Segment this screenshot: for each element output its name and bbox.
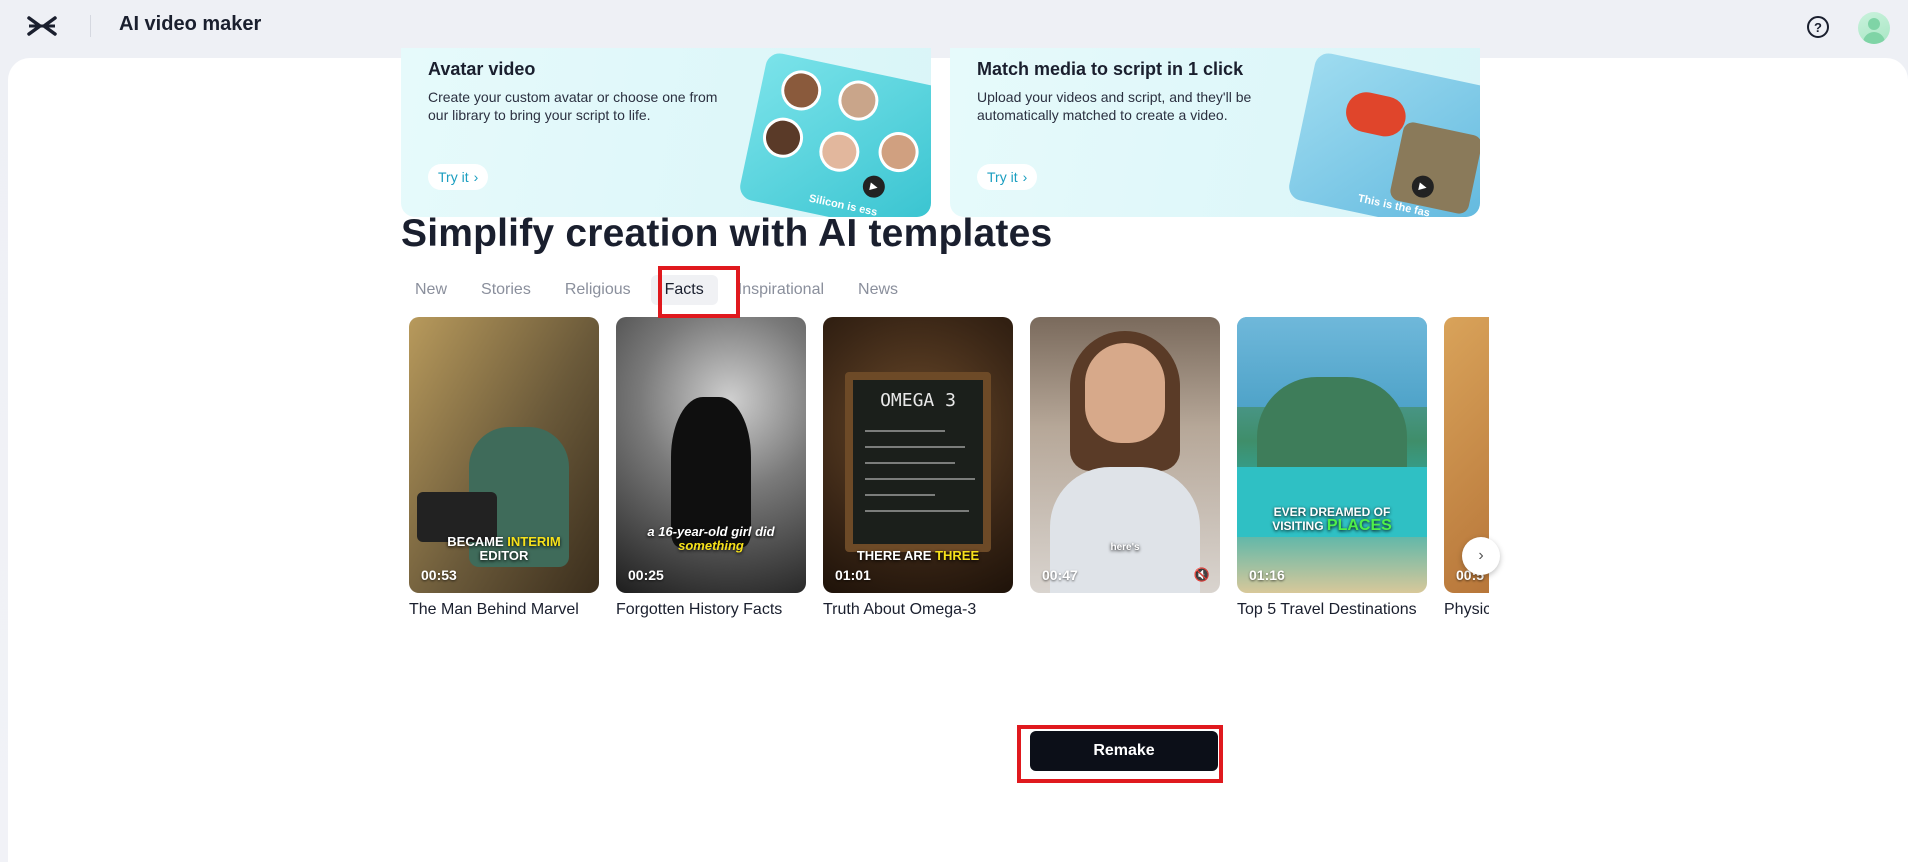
- help-button[interactable]: ?: [1807, 16, 1829, 38]
- duration-label: 00:53: [421, 567, 457, 583]
- tab-inspirational[interactable]: Inspirational: [724, 275, 838, 305]
- template-title: The Man Behind Marvel: [409, 601, 579, 618]
- caption-highlight: INTERIM: [507, 534, 561, 549]
- tab-new[interactable]: New: [401, 275, 461, 305]
- mute-icon[interactable]: 🔇: [1194, 567, 1210, 583]
- try-it-label: Try it: [438, 169, 469, 185]
- chalk-line: [865, 462, 955, 464]
- template-thumbnail[interactable]: OMEGA 3 THERE ARE THREE 01:01: [823, 317, 1013, 593]
- caption-overlay: here's: [1030, 541, 1220, 555]
- question-circle-icon: ?: [1814, 19, 1822, 35]
- avatar-face-thumbnail: [777, 66, 825, 115]
- avatar-face-thumbnail: [834, 76, 883, 125]
- template-card[interactable]: BECAME INTERIM EDITOR 00:53 The Man Behi…: [409, 317, 599, 618]
- template-title: Truth About Omega-3: [823, 601, 977, 618]
- chevron-right-icon: ›: [1022, 169, 1028, 185]
- duration-label: 01:16: [1249, 567, 1285, 583]
- feature-title: Avatar video: [428, 59, 536, 79]
- tab-news[interactable]: News: [844, 275, 912, 305]
- avatar-video-preview-image: ▶ Silicon is ess: [737, 50, 931, 217]
- chalk-line: [865, 494, 935, 496]
- template-card[interactable]: a 16-year-old girl did something 00:25 F…: [616, 317, 806, 618]
- carousel-next-button[interactable]: ›: [1462, 537, 1500, 575]
- feature-description: Create your custom avatar or choose one …: [428, 89, 718, 123]
- feature-title: Match media to script in 1 click: [977, 59, 1244, 79]
- section-title: Simplify creation with AI templates: [401, 212, 1053, 255]
- duration-label: 00:25: [628, 567, 664, 583]
- caption-white: BECAME: [447, 534, 508, 549]
- caption-white: here's: [1110, 542, 1140, 553]
- caption-white: a 16-year-old girl did: [647, 524, 775, 539]
- remake-button-highlight-box: [1017, 725, 1223, 783]
- play-icon: ▶: [860, 173, 887, 200]
- avatar-face-thumbnail: [815, 128, 864, 176]
- match-media-preview-image: ▶ This is the fas: [1286, 50, 1480, 217]
- caption-white-line2: EDITOR: [479, 548, 529, 563]
- avatar-face-thumbnail: [874, 128, 923, 176]
- caption-white-line2: VISITING: [1272, 519, 1327, 533]
- mountain-shape: [1257, 377, 1407, 467]
- caption-white: THERE ARE: [856, 548, 936, 563]
- caption-highlight: PLACES: [1326, 517, 1392, 534]
- template-thumbnail[interactable]: EVER DREAMED OF VISITING PLACES 01:16: [1237, 317, 1427, 593]
- caption-highlight: THREE: [935, 548, 980, 563]
- caption-overlay: BECAME INTERIM EDITOR: [409, 535, 599, 563]
- chalk-line: [865, 478, 975, 480]
- template-card[interactable]: EVER DREAMED OF VISITING PLACES 01:16 To…: [1237, 317, 1427, 618]
- template-thumbnail[interactable]: here's 00:47 🔇: [1030, 317, 1220, 593]
- chevron-right-icon: ›: [473, 169, 479, 185]
- template-thumbnail[interactable]: a 16-year-old girl did something 00:25: [616, 317, 806, 593]
- avatar-body-shape: [1863, 32, 1885, 44]
- duration-label: 01:01: [835, 567, 871, 583]
- tab-religious[interactable]: Religious: [551, 275, 645, 305]
- template-title: Forgotten History Facts: [616, 601, 783, 618]
- facts-tab-highlight-box: [658, 266, 740, 318]
- user-avatar[interactable]: [1858, 12, 1890, 44]
- try-it-button[interactable]: Try it ›: [428, 164, 489, 190]
- avatar-head-shape: [1868, 18, 1880, 30]
- avatar-face-thumbnail: [759, 113, 807, 162]
- caption-overlay: EVER DREAMED OF VISITING PLACES: [1237, 505, 1427, 534]
- feature-description: Upload your videos and script, and they'…: [977, 89, 1252, 123]
- caption-highlight: something: [678, 538, 744, 553]
- template-card[interactable]: OMEGA 3 THERE ARE THREE 01:01 Truth Abou…: [823, 317, 1013, 618]
- template-thumbnail[interactable]: BECAME INTERIM EDITOR 00:53: [409, 317, 599, 593]
- try-it-label: Try it: [987, 169, 1018, 185]
- chalk-line: [865, 446, 965, 448]
- feature-card-avatar-video[interactable]: Avatar video Create your custom avatar o…: [401, 48, 931, 217]
- content-area: Avatar video Create your custom avatar o…: [0, 0, 1489, 862]
- template-title: Top 5 Travel Destinations: [1237, 601, 1417, 618]
- template-card-hovered[interactable]: here's 00:47 🔇: [1030, 317, 1220, 593]
- tab-stories[interactable]: Stories: [467, 275, 545, 305]
- chalk-line: [865, 430, 945, 432]
- feature-card-match-media[interactable]: Match media to script in 1 click Upload …: [950, 48, 1480, 217]
- duration-label: 00:47: [1042, 567, 1078, 583]
- blackboard-shape: OMEGA 3: [845, 372, 991, 552]
- caption-overlay: a 16-year-old girl did something: [616, 525, 806, 553]
- blackboard-title: OMEGA 3: [880, 390, 956, 411]
- try-it-button[interactable]: Try it ›: [977, 164, 1038, 190]
- template-title: Physic: [1444, 601, 1489, 618]
- caption-overlay: THERE ARE THREE: [823, 549, 1013, 563]
- chalk-line: [865, 510, 969, 512]
- chevron-right-icon: ›: [1478, 547, 1484, 564]
- strawberry-shape: [1342, 88, 1410, 141]
- woman-face-shape: [1085, 343, 1165, 443]
